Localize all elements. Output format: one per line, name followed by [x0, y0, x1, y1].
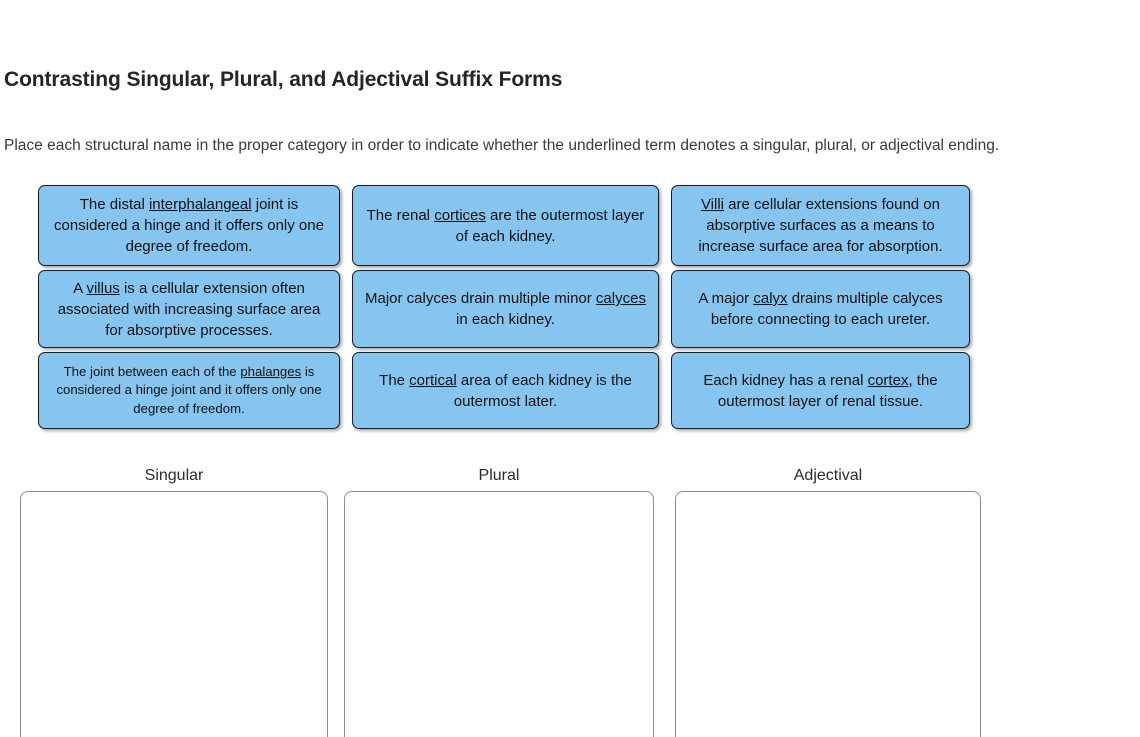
dropzone-adjectival[interactable] — [675, 491, 981, 737]
draggable-card-7[interactable]: The joint between each of the phalanges … — [38, 352, 341, 429]
category-label-singular: Singular — [144, 467, 204, 484]
card-text: Each kidney has a renal cortex, the oute… — [703, 371, 938, 410]
draggable-card-9[interactable]: Each kidney has a renal cortex, the oute… — [670, 352, 971, 429]
instructions-text: Place each structural name in the proper… — [4, 136, 1000, 154]
card-row: A villus is a cellular extension often a… — [38, 270, 982, 348]
card-text: Major calyces drain multiple minor calyc… — [365, 290, 646, 328]
card-text: A villus is a cellular extension often a… — [57, 279, 321, 339]
draggable-card-5[interactable]: Major calyces drain multiple minor calyc… — [352, 270, 659, 348]
card-text: The joint between each of the phalanges … — [56, 363, 322, 416]
card-slot: The distal interphalangeal joint is cons… — [38, 185, 352, 266]
draggable-card-1[interactable]: The distal interphalangeal joint is cons… — [38, 185, 341, 266]
draggable-card-2[interactable]: The renal cortices are the outermost lay… — [352, 185, 659, 266]
draggable-card-8[interactable]: The cortical area of each kidney is the … — [352, 352, 659, 429]
card-slot: The cortical area of each kidney is the … — [352, 352, 671, 429]
dropzone-singular[interactable] — [20, 491, 328, 737]
card-row: The joint between each of the phalanges … — [38, 352, 982, 429]
card-slot: The renal cortices are the outermost lay… — [352, 185, 671, 266]
card-slot: A villus is a cellular extension often a… — [38, 270, 352, 348]
dropzone-plural[interactable] — [344, 491, 654, 737]
category-label-adjectival: Adjectival — [793, 467, 863, 484]
draggable-card-4[interactable]: A villus is a cellular extension often a… — [38, 270, 341, 348]
draggable-cards-grid: The distal interphalangeal joint is cons… — [38, 185, 982, 433]
exercise-page: Contrasting Singular, Plural, and Adject… — [0, 0, 1140, 737]
card-row: The distal interphalangeal joint is cons… — [38, 185, 982, 266]
card-slot: Major calyces drain multiple minor calyc… — [352, 270, 671, 348]
card-text: The renal cortices are the outermost lay… — [366, 206, 645, 245]
card-slot: Each kidney has a renal cortex, the oute… — [670, 352, 982, 429]
card-text: The distal interphalangeal joint is cons… — [54, 196, 324, 255]
category-labels: Singular Plural Adjectival — [0, 465, 1140, 487]
card-text: A major calyx drains multiple calyces be… — [698, 290, 943, 328]
card-text: Villi are cellular extensions found on a… — [698, 196, 943, 255]
card-slot: The joint between each of the phalanges … — [38, 352, 352, 429]
draggable-card-3[interactable]: Villi are cellular extensions found on a… — [670, 185, 971, 266]
card-slot: Villi are cellular extensions found on a… — [670, 185, 982, 266]
draggable-card-6[interactable]: A major calyx drains multiple calyces be… — [670, 270, 971, 348]
card-slot: A major calyx drains multiple calyces be… — [670, 270, 982, 348]
card-text: The cortical area of each kidney is the … — [379, 371, 632, 410]
category-label-plural: Plural — [478, 467, 520, 484]
page-title: Contrasting Singular, Plural, and Adject… — [4, 68, 563, 92]
